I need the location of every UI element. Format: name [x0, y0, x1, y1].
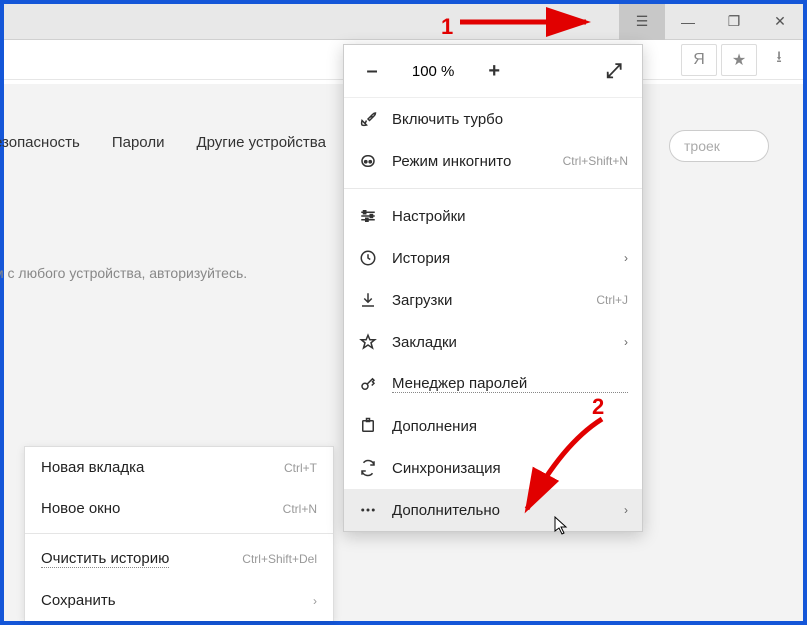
menu-incognito[interactable]: Режим инкогнито Ctrl+Shift+N: [344, 140, 642, 182]
menu-separator: [25, 533, 333, 534]
zoom-out-button[interactable]: –: [358, 57, 386, 85]
chevron-right-icon: ›: [313, 594, 317, 608]
close-button[interactable]: ✕: [757, 4, 803, 40]
sync-icon: [358, 458, 378, 478]
menu-item-label: Закладки: [392, 334, 610, 351]
chevron-right-icon: ›: [624, 251, 628, 265]
menu-item-label: Настройки: [392, 208, 628, 225]
menu-item-label: Загрузки: [392, 292, 582, 309]
chevron-right-icon: ›: [624, 335, 628, 349]
shortcut-label: Ctrl+Shift+Del: [242, 552, 317, 566]
shortcut-label: Ctrl+J: [596, 293, 628, 307]
menu-bookmarks[interactable]: Закладки ›: [344, 321, 642, 363]
menu-new-tab[interactable]: Новая вкладка Ctrl+T: [25, 447, 333, 488]
menu-settings[interactable]: Настройки: [344, 195, 642, 237]
menu-turbo[interactable]: Включить турбо: [344, 98, 642, 140]
menu-downloads[interactable]: Загрузки Ctrl+J: [344, 279, 642, 321]
menu-history[interactable]: История ›: [344, 237, 642, 279]
maximize-button[interactable]: ❐: [711, 4, 757, 40]
menu-item-label: Менеджер паролей: [392, 375, 628, 393]
annotation-callout-2: 2: [592, 394, 604, 420]
zoom-in-button[interactable]: +: [480, 57, 508, 85]
window-titlebar: ☰ — ❐ ✕: [4, 4, 803, 40]
menu-item-label: Новая вкладка: [41, 459, 144, 476]
annotation-callout-1: 1: [441, 14, 453, 40]
left-submenu: Новая вкладка Ctrl+T Новое окно Ctrl+N О…: [24, 446, 334, 621]
menu-item-label: Новое окно: [41, 500, 120, 517]
menu-item-label: Режим инкогнито: [392, 153, 549, 170]
zoom-controls: – 100 % + ⤢: [344, 45, 642, 98]
download-icon: [358, 290, 378, 310]
mouse-cursor-icon: [554, 516, 570, 541]
clock-icon: [358, 248, 378, 268]
incognito-icon: [358, 151, 378, 171]
tab-passwords[interactable]: Пароли: [112, 134, 165, 151]
zoom-level-label: 100 %: [412, 63, 455, 80]
annotation-arrow-2: [502, 414, 612, 524]
hamburger-menu-button[interactable]: ☰: [619, 4, 665, 40]
tab-other-devices[interactable]: Другие устройства: [196, 134, 325, 151]
downloads-button[interactable]: ⭳: [761, 44, 797, 76]
tab-security[interactable]: езопасность: [0, 134, 80, 151]
minimize-button[interactable]: —: [665, 4, 711, 40]
menu-item-label: История: [392, 250, 610, 267]
shortcut-label: Ctrl+T: [284, 461, 317, 475]
key-icon: [358, 374, 378, 394]
search-placeholder: троек: [684, 138, 720, 154]
menu-save[interactable]: Сохранить ›: [25, 580, 333, 621]
menu-item-label: Очистить историю: [41, 550, 169, 568]
star-icon: [358, 332, 378, 352]
sliders-icon: [358, 206, 378, 226]
menu-separator: [344, 188, 642, 189]
addon-icon: [358, 416, 378, 436]
annotation-arrow-1: [458, 6, 598, 38]
dots-icon: [358, 500, 378, 520]
fullscreen-button[interactable]: ⤢: [600, 57, 628, 85]
rocket-icon: [358, 109, 378, 129]
menu-item-label: Включить турбо: [392, 111, 628, 128]
chevron-right-icon: ›: [624, 503, 628, 517]
bookmark-star-button[interactable]: ★: [721, 44, 757, 76]
shortcut-label: Ctrl+N: [283, 502, 317, 516]
shortcut-label: Ctrl+Shift+N: [563, 154, 628, 168]
yandex-home-button[interactable]: Я: [681, 44, 717, 76]
menu-new-window[interactable]: Новое окно Ctrl+N: [25, 488, 333, 529]
menu-clear-history[interactable]: Очистить историю Ctrl+Shift+Del: [25, 538, 333, 580]
settings-search-input[interactable]: троек: [669, 130, 769, 162]
menu-item-label: Сохранить: [41, 592, 116, 609]
